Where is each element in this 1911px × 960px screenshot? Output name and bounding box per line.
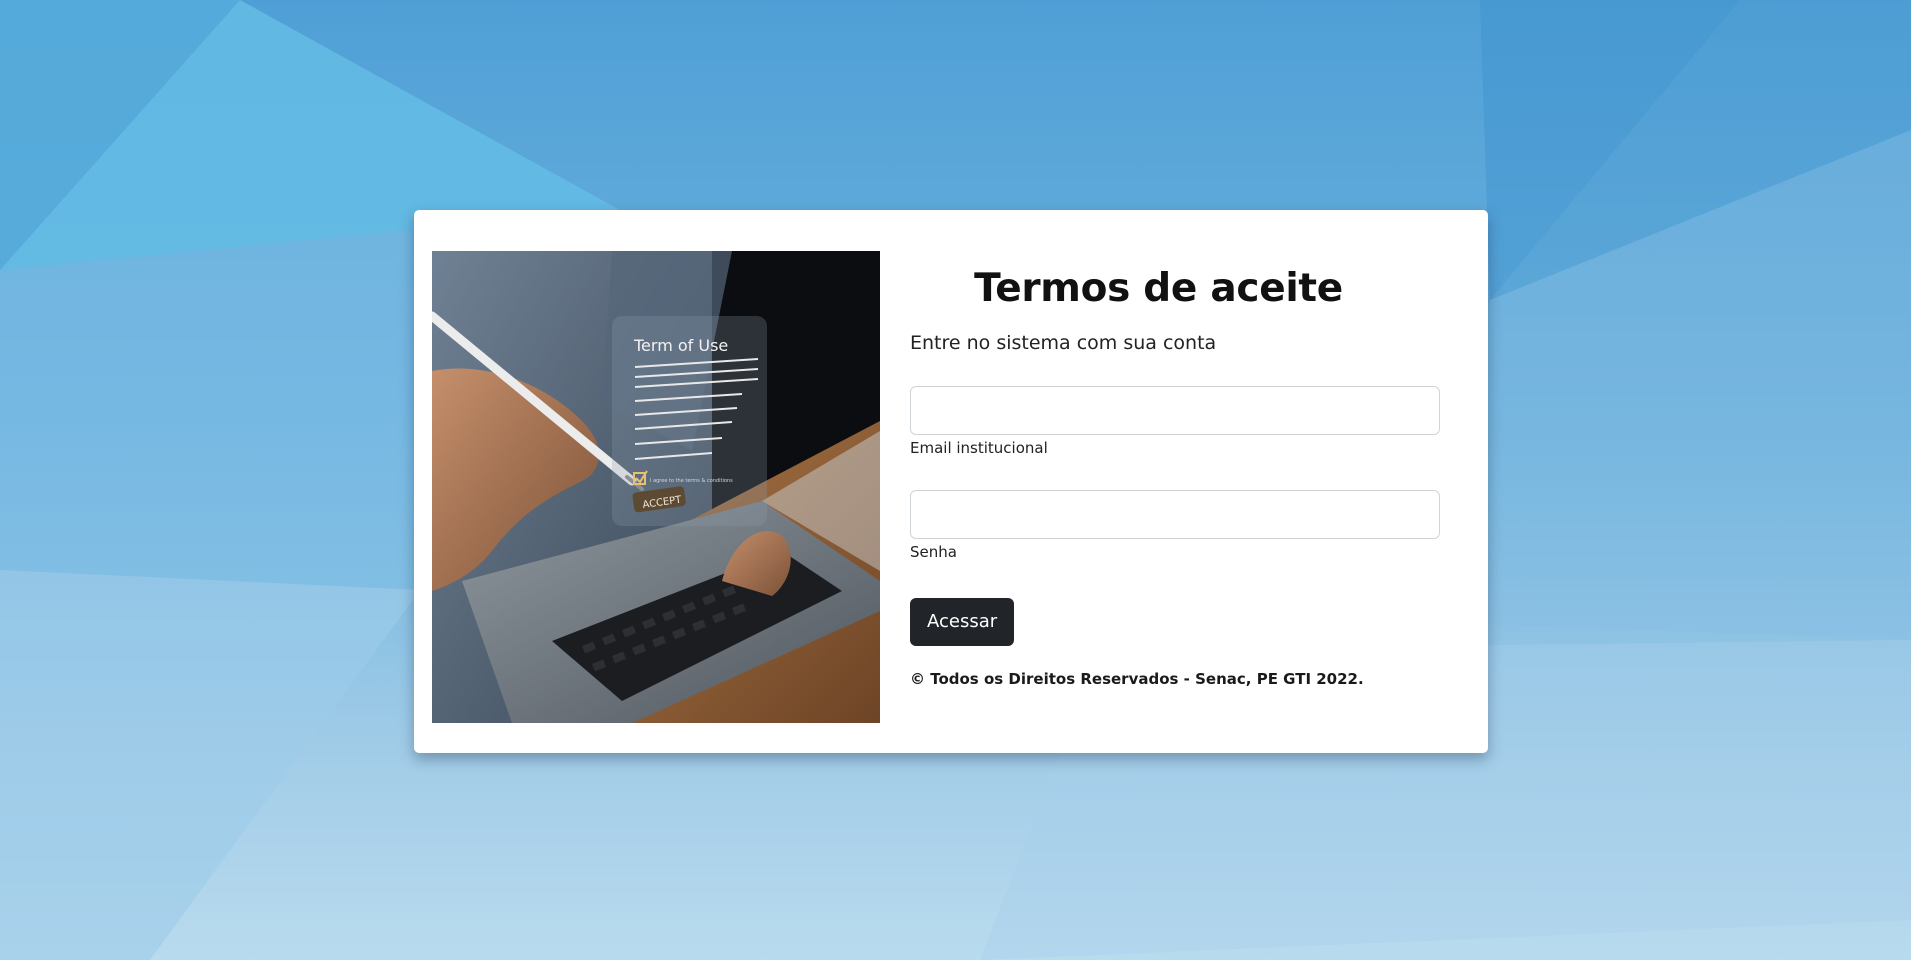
email-field-group: Email institucional: [910, 386, 1440, 457]
submit-button[interactable]: Acessar: [910, 598, 1015, 646]
password-label: Senha: [910, 543, 957, 561]
login-card: Term of Use I agree to the terms & condi…: [414, 210, 1488, 753]
login-form: Termos de aceite Entre no sistema com su…: [910, 265, 1440, 689]
email-label: Email institucional: [910, 439, 1048, 457]
illustration-checkbox-text: I agree to the terms & conditions: [650, 478, 733, 484]
form-subtitle: Entre no sistema com sua conta: [910, 332, 1217, 354]
password-input[interactable]: [910, 490, 1440, 539]
page-title: Termos de aceite: [974, 266, 1343, 311]
password-field-group: Senha: [910, 490, 1440, 561]
copyright-footer: © Todos os Direitos Reservados - Senac, …: [910, 670, 1364, 688]
terms-illustration: Term of Use I agree to the terms & condi…: [432, 251, 880, 723]
email-input[interactable]: [910, 386, 1440, 435]
illustration-heading: Term of Use: [633, 336, 728, 355]
